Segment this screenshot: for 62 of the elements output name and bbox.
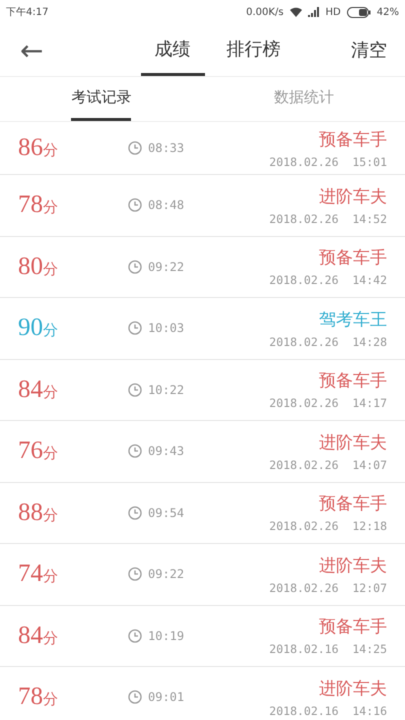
clock-icon [128, 628, 142, 643]
nav-tab[interactable]: 成绩 [140, 24, 204, 76]
rank-title: 预备车手 [319, 493, 387, 516]
clock-icon [128, 260, 142, 274]
clock-icon [128, 141, 142, 155]
rank-title: 进阶车夫 [319, 186, 387, 208]
wifi-icon [290, 7, 302, 17]
duration: 08:48 [148, 198, 184, 212]
network-type: HD [326, 6, 341, 18]
battery-percent: 42% [376, 6, 399, 18]
record-date: 2018.02.26 14:28 [269, 334, 387, 349]
clock-icon [128, 321, 142, 336]
clock-icon [128, 567, 142, 582]
duration: 09:43 [148, 444, 184, 458]
duration: 09:22 [148, 567, 184, 582]
score: 78分 [18, 683, 59, 712]
status-time: 下午4:17 [6, 6, 48, 19]
rank-title: 进阶车夫 [319, 678, 387, 700]
clock-icon [128, 382, 142, 397]
duration: 08:33 [148, 141, 184, 155]
duration: 10:22 [148, 382, 184, 397]
clock-icon [128, 690, 142, 704]
duration: 09:54 [148, 506, 184, 520]
back-button[interactable]: ← [20, 24, 60, 76]
score: 88分 [18, 498, 59, 527]
record-date: 2018.02.26 12:07 [269, 580, 387, 595]
record-date: 2018.02.26 12:18 [269, 519, 387, 534]
rank-title: 预备车手 [319, 128, 387, 150]
nav-tab[interactable]: 排行榜 [212, 24, 294, 76]
clock-icon [128, 444, 142, 458]
score: 90分 [18, 314, 59, 342]
duration: 10:19 [148, 628, 184, 643]
duration: 09:01 [148, 690, 184, 704]
duration: 10:03 [148, 321, 184, 336]
record-date: 2018.02.26 14:52 [269, 212, 387, 226]
rank-title: 驾考车王 [319, 308, 387, 331]
record-date: 2018.02.26 14:07 [269, 458, 387, 472]
record-date: 2018.02.26 14:42 [269, 273, 387, 288]
clear-button[interactable]: 清空 [351, 24, 387, 76]
score: 80分 [18, 252, 59, 281]
rank-title: 预备车手 [319, 370, 387, 392]
network-speed: 0.00K/s [246, 6, 284, 18]
rank-title: 预备车手 [319, 247, 387, 270]
score: 78分 [18, 191, 59, 220]
sub-tab[interactable]: 考试记录 [71, 77, 132, 121]
rank-title: 进阶车夫 [319, 432, 387, 454]
record-date: 2018.02.16 14:16 [269, 704, 387, 718]
record-date: 2018.02.26 15:01 [269, 154, 387, 168]
score: 84分 [18, 376, 59, 404]
score: 86分 [18, 134, 59, 162]
clock-icon [128, 506, 142, 520]
score: 84分 [18, 622, 59, 650]
rank-title: 进阶车夫 [319, 554, 387, 577]
duration: 09:22 [148, 260, 184, 274]
signal-icon [308, 7, 320, 17]
rank-title: 预备车手 [319, 616, 387, 638]
clock-icon [128, 198, 142, 212]
record-date: 2018.02.26 14:17 [269, 396, 387, 410]
record-date: 2018.02.16 14:25 [269, 642, 387, 656]
battery-icon [346, 6, 371, 18]
score: 76分 [18, 437, 59, 466]
score: 74分 [18, 560, 59, 588]
